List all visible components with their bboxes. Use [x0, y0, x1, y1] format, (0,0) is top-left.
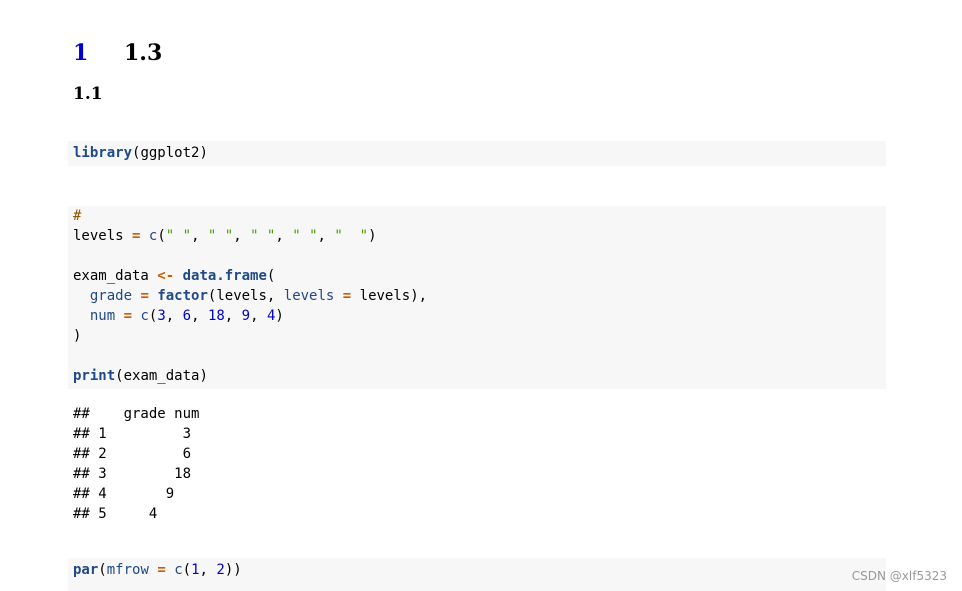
subsection-heading: 1.1	[73, 84, 103, 104]
section-heading: 1 1.3	[73, 38, 162, 68]
code-string: " "	[165, 228, 192, 244]
output-line: ## 3 18	[73, 466, 192, 482]
code-function: library	[73, 145, 133, 161]
code-text: )	[73, 328, 82, 344]
code-number: 1	[191, 562, 200, 578]
code-string: " "	[207, 228, 234, 244]
code-text: levels),	[351, 288, 428, 304]
code-line: num = c(3, 6, 18, 9, 4)	[89, 308, 284, 324]
code-operator: =	[132, 228, 141, 244]
code-operator: <-	[157, 268, 175, 284]
code-number: 6	[182, 308, 192, 324]
code-string: " "	[334, 228, 369, 244]
code-operator: =	[123, 308, 133, 324]
code-function: c	[174, 562, 183, 578]
output-line: ## 5 4	[73, 506, 158, 522]
code-block-data: # levels = c(" ", " ", " ", " ", " ") ex…	[68, 206, 886, 389]
code-string: " "	[250, 228, 276, 244]
code-argument: num	[89, 308, 116, 324]
code-text: )	[368, 228, 377, 244]
code-text: (	[98, 562, 107, 578]
code-text: ))	[224, 562, 242, 578]
code-argument: mfrow	[106, 562, 149, 578]
code-comment: #	[73, 208, 82, 224]
code-number: 3	[157, 308, 166, 324]
code-text: (exam_data)	[115, 368, 208, 384]
code-function: par	[73, 562, 99, 578]
code-function: print	[73, 368, 116, 384]
code-line: exam_data <- data.frame(	[73, 266, 881, 286]
code-text: (levels,	[207, 288, 284, 304]
code-number: 2	[216, 562, 225, 578]
code-line: par(mfrow = c(1, 2))	[73, 562, 242, 578]
output-line: ## 1 3	[73, 426, 192, 442]
code-number: 9	[241, 308, 251, 324]
code-text: ,	[233, 228, 251, 244]
code-text: ,	[191, 228, 208, 244]
output-line: ## 2 6	[73, 446, 192, 462]
code-line: levels = c(" ", " ", " ", " ", " ")	[73, 226, 881, 246]
code-operator: =	[140, 288, 149, 304]
code-line: library(ggplot2)	[73, 143, 881, 163]
code-text: (	[157, 228, 166, 244]
code-string: " "	[292, 228, 318, 244]
code-text: (ggplot2)	[132, 145, 208, 161]
code-block-par: par(mfrow = c(1, 2))	[68, 558, 886, 591]
code-function: c	[140, 308, 149, 324]
code-text: exam_data	[73, 268, 158, 284]
code-operator: =	[342, 288, 352, 304]
code-function: data.frame	[182, 268, 267, 284]
section-number: 1	[73, 40, 89, 66]
code-text: ,	[275, 228, 293, 244]
output-line: ## grade num	[73, 406, 200, 422]
watermark: CSDN @xlf5323	[851, 569, 947, 583]
code-output: ## grade num ## 1 3 ## 2 6 ## 3 18 ## 4 …	[68, 404, 886, 524]
output-line: ## 4 9	[73, 486, 175, 502]
code-number: 4	[266, 308, 276, 324]
code-block-library: library(ggplot2)	[68, 141, 886, 166]
code-argument: levels	[283, 288, 335, 304]
code-line: grade = factor(levels, levels = levels),	[73, 286, 881, 306]
section-title: 1.3	[124, 40, 163, 66]
code-text: ,	[317, 228, 335, 244]
code-argument: grade	[89, 288, 133, 304]
code-operator: =	[157, 562, 166, 578]
code-text: (	[266, 268, 276, 284]
code-line: )	[73, 326, 881, 346]
code-function: factor	[157, 288, 208, 304]
code-number: 18	[207, 308, 225, 324]
code-text: levels	[73, 228, 133, 244]
code-line: #	[73, 206, 881, 226]
code-line: print(exam_data)	[73, 366, 881, 386]
